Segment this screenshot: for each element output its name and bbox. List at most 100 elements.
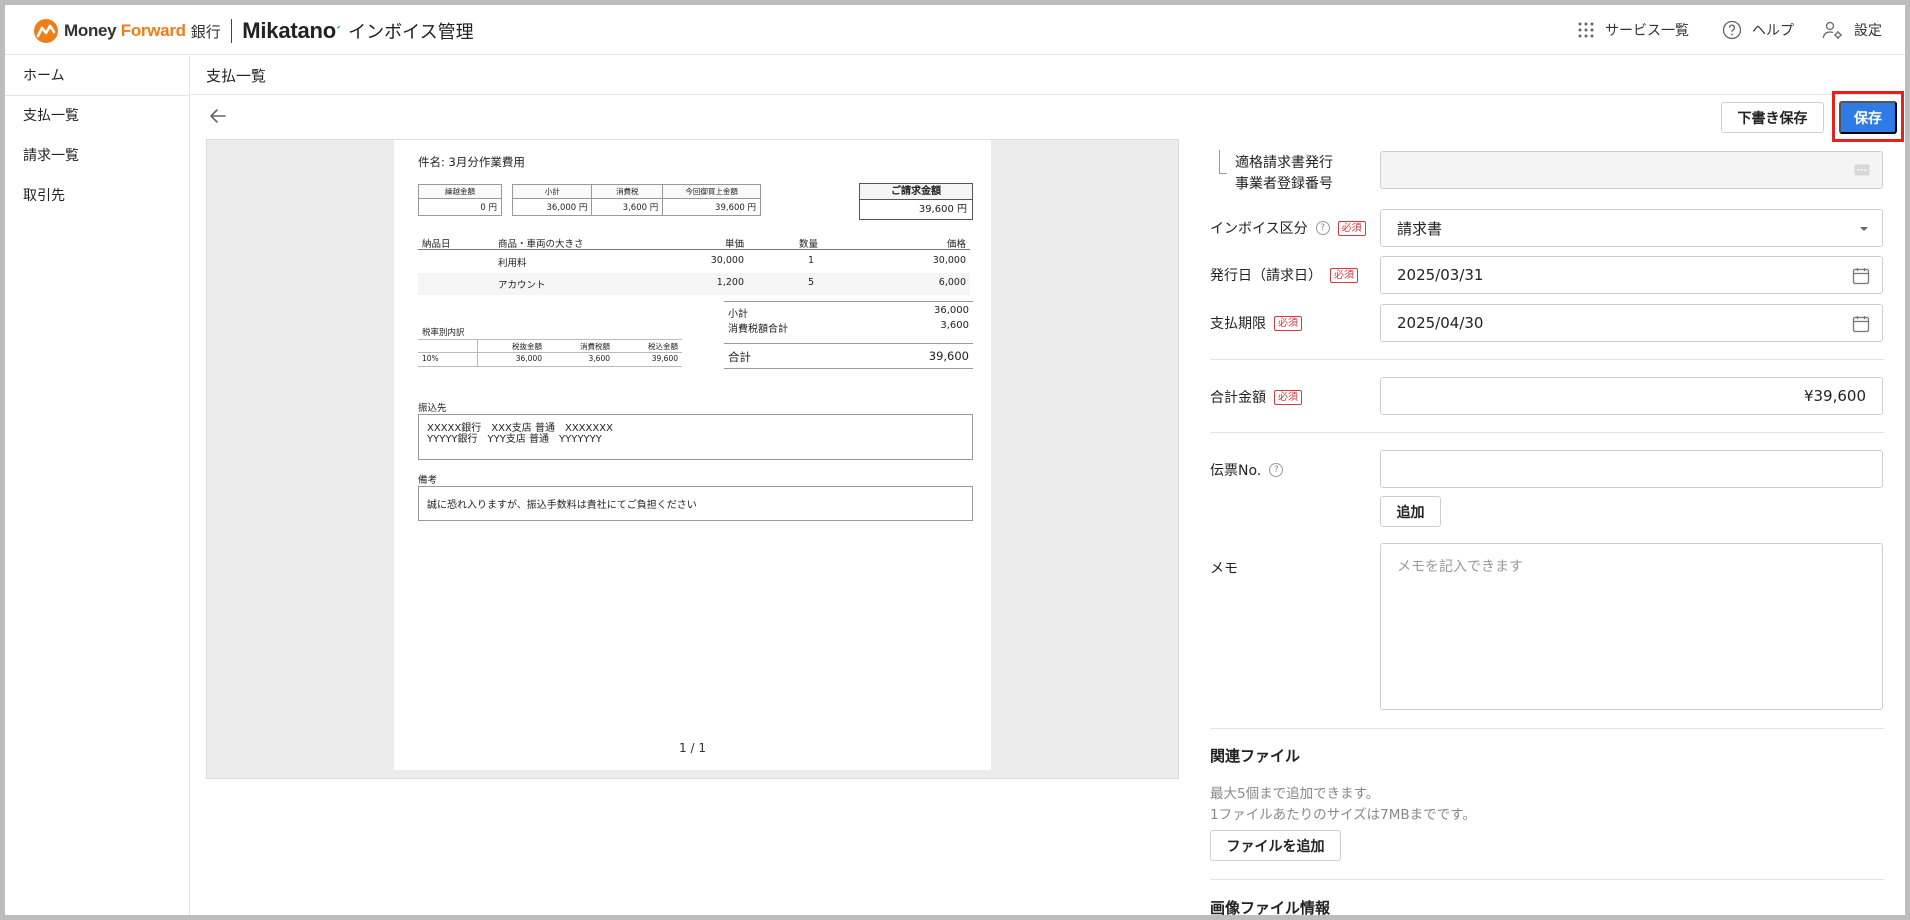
back-arrow-icon[interactable] <box>208 106 228 126</box>
subtotal-value: 36,000 円 <box>511 198 593 216</box>
item-name: 利用料 <box>498 258 527 269</box>
money-forward-logo-icon <box>34 19 58 43</box>
user-gear-icon <box>1822 21 1842 39</box>
nav-service-list[interactable]: サービス一覧 <box>1577 20 1689 40</box>
bank-info-box: XXXXX銀行 XXX支店 普通 XXXXXXX YYYYY銀行 YYY支店 普… <box>418 414 973 460</box>
image-info-heading: 画像ファイル情報 <box>1210 899 1331 917</box>
mikatano-logo: Mikatanoˊ <box>242 18 342 43</box>
invoice-subject: 件名: 3月分作業費用 <box>418 155 525 169</box>
sidebar-item-partners[interactable]: 取引先 <box>5 176 189 216</box>
total-amount-label: 合計金額 必須 <box>1210 387 1302 407</box>
app-header: Money Forward 銀行 Mikatanoˊ インボイス管理 サービス一… <box>5 5 1905 55</box>
calendar-icon[interactable] <box>1852 267 1870 285</box>
slip-number-label: 伝票No. ? <box>1210 460 1284 480</box>
total-amount-input[interactable]: ¥39,600 <box>1380 377 1883 415</box>
note-label: 備考 <box>418 475 438 486</box>
tax-incl-value: 39,600 <box>651 354 678 363</box>
tax-excl-header: 税抜金額 <box>512 342 542 351</box>
more-icon <box>1854 164 1870 176</box>
totals-value: 3,600 <box>940 320 969 331</box>
bank-label: 振込先 <box>418 403 447 414</box>
amount-summary-table: 小計 消費税 今回御買上金額 36,000 円 3,600 円 39,600 円 <box>511 184 761 216</box>
due-date-label: 支払期限 必須 <box>1210 313 1302 333</box>
issue-date-value: 2025/03/31 <box>1397 266 1484 284</box>
title-divider <box>191 94 1905 95</box>
tax-rate: 10% <box>422 354 439 363</box>
registration-bracket <box>1219 150 1227 174</box>
items-header-qty: 数量 <box>798 239 818 250</box>
item-row: アカウント 1,200 5 6,000 <box>418 273 970 295</box>
nav-settings[interactable]: 設定 <box>1822 20 1882 40</box>
sidebar-item-payments[interactable]: 支払一覧 <box>5 96 189 136</box>
required-badge: 必須 <box>1274 389 1302 405</box>
sidebar-item-home[interactable]: ホーム <box>5 56 189 96</box>
draft-save-button[interactable]: 下書き保存 <box>1721 102 1824 133</box>
item-qty: 1 <box>807 255 814 266</box>
document-preview[interactable]: 件名: 3月分作業費用 繰越金額 0 円 小計 消費税 今回御買上金額 36,0… <box>206 139 1179 779</box>
billing-total-box: ご請求金額 39,600 円 <box>859 183 973 220</box>
billing-total-value: 39,600 円 <box>918 204 967 215</box>
items-header-row: 納品日 商品・車両の大きさ 単価 数量 価格 <box>418 234 970 250</box>
totals-row-grand: 合計 39,600 <box>724 343 973 369</box>
totals-value: 36,000 <box>934 305 969 316</box>
current-purchase-value: 39,600 円 <box>662 198 761 216</box>
items-header-unit: 単価 <box>724 239 744 250</box>
page-title: 支払一覧 <box>206 67 267 85</box>
invoice-type-label: インボイス区分 ? 必須 <box>1210 218 1366 238</box>
memo-textarea[interactable]: メモを記入できます <box>1380 543 1883 710</box>
totals-value: 39,600 <box>928 349 969 363</box>
totals-label: 小計 <box>728 309 748 320</box>
required-badge: 必須 <box>1337 220 1366 236</box>
chevron-down-icon <box>1860 227 1868 231</box>
form-divider <box>1210 359 1884 360</box>
help-icon[interactable]: ? <box>1269 463 1284 477</box>
totals-row: 小計 36,000 <box>724 301 973 320</box>
save-button[interactable]: 保存 <box>1839 101 1897 134</box>
form-divider <box>1210 432 1884 433</box>
brand-name: Money Forward <box>64 21 186 40</box>
help-icon[interactable]: ? <box>1315 221 1330 235</box>
item-qty: 5 <box>807 277 814 288</box>
issue-date-input[interactable]: 2025/03/31 <box>1380 256 1883 294</box>
item-unit: 1,200 <box>716 277 744 288</box>
due-date-value: 2025/04/30 <box>1397 314 1484 332</box>
memo-label: メモ <box>1210 561 1238 577</box>
items-header-product: 商品・車両の大きさ <box>498 239 584 250</box>
due-date-input[interactable]: 2025/04/30 <box>1380 304 1883 342</box>
bank-line: XXXXX銀行 XXX支店 普通 XXXXXXX <box>427 423 613 434</box>
add-file-button[interactable]: ファイルを追加 <box>1210 830 1341 861</box>
nav-service-list-label: サービス一覧 <box>1605 23 1689 39</box>
form-divider <box>1210 879 1884 880</box>
required-badge: 必須 <box>1330 267 1358 283</box>
nav-help[interactable]: ヘルプ <box>1722 20 1794 40</box>
subtotal-header: 小計 <box>511 184 593 199</box>
tax-header: 消費税 <box>591 184 664 199</box>
brand-logo[interactable]: Money Forward 銀行 Mikatanoˊ インボイス管理 <box>33 18 474 44</box>
sidebar-item-invoices[interactable]: 請求一覧 <box>5 136 189 176</box>
item-name: アカウント <box>498 280 546 291</box>
tax-value: 3,600 円 <box>591 198 664 216</box>
nav-settings-label: 設定 <box>1854 23 1882 39</box>
required-badge: 必須 <box>1274 315 1302 331</box>
carryover-table: 繰越金額 0 円 <box>418 184 502 216</box>
add-slip-button[interactable]: 追加 <box>1380 496 1441 527</box>
total-amount-value: ¥39,600 <box>1803 387 1866 405</box>
files-hint: 1ファイルあたりのサイズは7MBまでです。 <box>1210 807 1476 823</box>
product-name: インボイス管理 <box>348 22 474 43</box>
registration-number-label-2: 事業者登録番号 <box>1235 176 1333 192</box>
items-header-date: 納品日 <box>422 239 451 250</box>
invoice-type-select[interactable]: 請求書 <box>1380 209 1883 247</box>
grid-icon <box>1578 22 1594 38</box>
issue-date-label: 発行日（請求日） 必須 <box>1210 265 1358 285</box>
totals-label: 消費税額合計 <box>728 324 788 335</box>
calendar-icon[interactable] <box>1852 315 1870 333</box>
tax-amount-value: 3,600 <box>588 354 610 363</box>
tax-breakdown-label: 税率別内訳 <box>422 328 465 338</box>
item-row: 利用料 30,000 1 30,000 <box>418 251 970 273</box>
billing-total-header: ご請求金額 <box>860 184 972 200</box>
form-divider <box>1210 728 1884 729</box>
tax-incl-header: 税込金額 <box>648 342 678 351</box>
slip-number-input[interactable] <box>1380 450 1883 488</box>
carryover-value: 0 円 <box>418 198 502 216</box>
bank-line: YYYYY銀行 YYY支店 普通 YYYYYYY <box>427 434 602 445</box>
